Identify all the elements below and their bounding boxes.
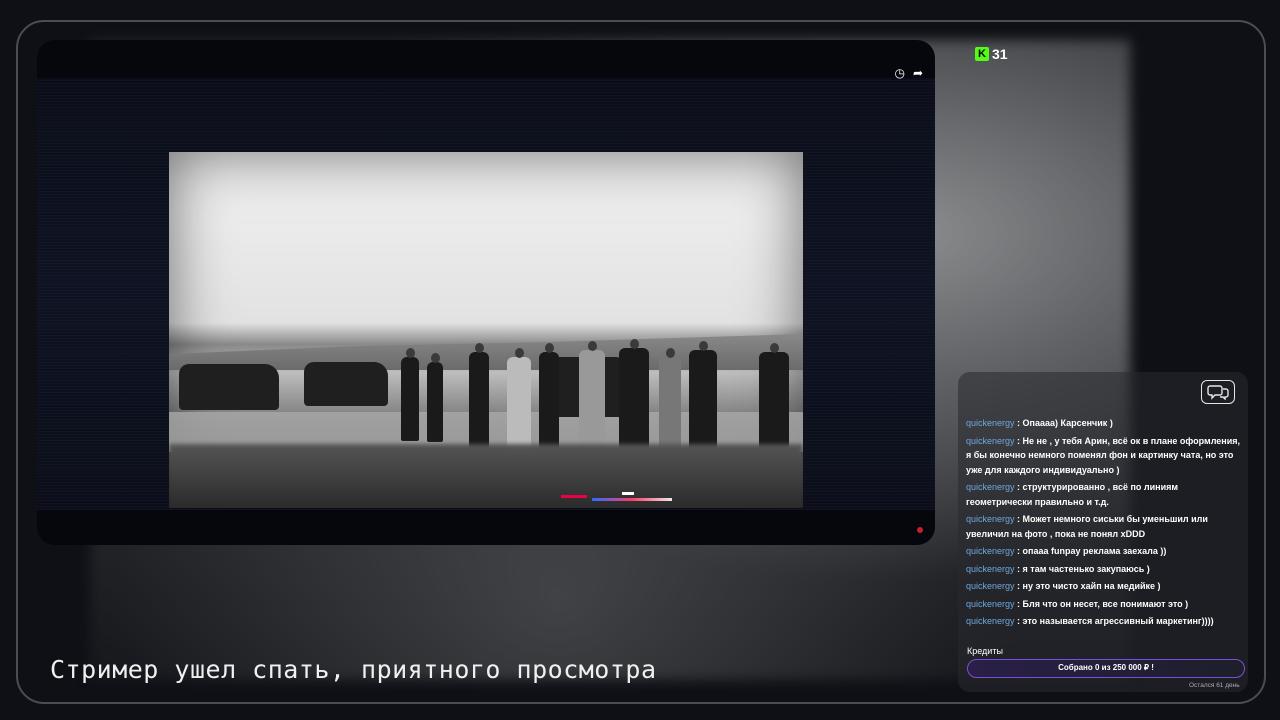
glitch-line	[622, 492, 634, 495]
chat-username[interactable]: quickenergy	[966, 514, 1015, 524]
chat-message: quickenergy : структурированно , всё по …	[966, 480, 1246, 509]
glitch-line	[561, 495, 587, 498]
photo-person	[427, 353, 443, 442]
chat-text: : я там частенько закупаюсь )	[1017, 563, 1150, 574]
photo-car	[179, 364, 279, 410]
photo-ground	[169, 444, 803, 508]
chat-text: : ну это чисто хайп на медийке )	[1017, 581, 1161, 591]
photo-person	[579, 341, 605, 456]
chat-bubbles-icon	[1207, 385, 1229, 400]
photo-person	[659, 348, 681, 457]
chat-text: : это называется агрессивный маркетинг))…	[1017, 616, 1214, 626]
platform-badge: K 31	[975, 47, 1008, 61]
photo-person	[401, 348, 419, 441]
video-stage	[37, 78, 935, 510]
chat-username[interactable]: quickenergy	[966, 546, 1015, 556]
record-indicator-icon	[917, 527, 923, 533]
player-controls: ◷ ➦	[894, 67, 923, 79]
chat-text: : Бля что он несет, все понимают это )	[1017, 598, 1189, 609]
photo-person	[619, 339, 649, 458]
clock-icon[interactable]: ◷	[894, 67, 904, 79]
chat-message: quickenergy : Может немного сиськи бы ум…	[966, 512, 1246, 541]
chat-message: quickenergy : Бля что он несет, все пони…	[966, 597, 1246, 612]
photo-person	[469, 343, 489, 448]
video-frame	[169, 152, 803, 508]
photo-person	[759, 343, 789, 452]
credits-label: Кредиты	[967, 646, 1003, 656]
chat-message: quickenergy : ну это чисто хайп на медий…	[966, 579, 1246, 594]
platform-badge-number: 31	[992, 46, 1008, 62]
chat-text: : опааа funpay реклама заехала ))	[1017, 546, 1167, 556]
chat-username[interactable]: quickenergy	[966, 436, 1015, 446]
credits-remaining: Остался 61 день	[1189, 682, 1240, 689]
kick-logo-icon: K	[975, 47, 989, 61]
chat-message: quickenergy : это называется агрессивный…	[966, 614, 1246, 629]
glitch-line	[592, 498, 672, 501]
chat-username[interactable]: quickenergy	[966, 581, 1015, 591]
photo-person	[507, 348, 531, 449]
chat-message: quickenergy : опааа funpay реклама заеха…	[966, 544, 1246, 559]
chat-toggle-button[interactable]	[1201, 380, 1235, 404]
chat-message-list: quickenergy : Опаааа) Карсенчик ) quicke…	[966, 416, 1246, 632]
credits-progress-bar: Собрано 0 из 250 000 ₽ !	[967, 659, 1245, 678]
chat-username[interactable]: quickenergy	[966, 418, 1015, 428]
photo-person	[539, 343, 559, 450]
chat-username[interactable]: quickenergy	[966, 482, 1015, 492]
video-player[interactable]: ◷ ➦	[37, 40, 935, 545]
photo-person	[689, 341, 717, 454]
photo-car	[304, 362, 388, 406]
chat-message: quickenergy : я там частенько закупаюсь …	[966, 562, 1246, 577]
chat-username[interactable]: quickenergy	[966, 616, 1015, 626]
chat-message: quickenergy : Опаааа) Карсенчик )	[966, 416, 1246, 431]
chat-username[interactable]: quickenergy	[966, 599, 1015, 609]
chat-username[interactable]: quickenergy	[966, 564, 1015, 574]
chat-text: : Опаааа) Карсенчик )	[1017, 418, 1113, 428]
chat-message: quickenergy : Не не , у тебя Арин, всё о…	[966, 434, 1246, 478]
overlay-subtitle: Стример ушел спать, приятного просмотра	[50, 655, 657, 684]
share-icon[interactable]: ➦	[913, 67, 923, 79]
